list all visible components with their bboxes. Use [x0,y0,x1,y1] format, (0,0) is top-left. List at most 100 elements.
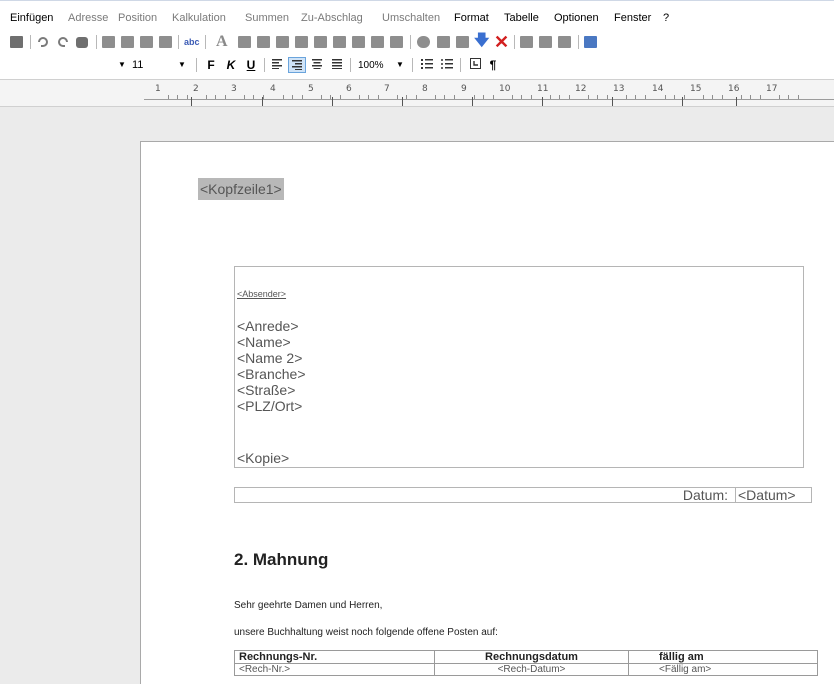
copy-field[interactable]: <Kopie> [237,450,289,466]
address-line-name-2[interactable]: <Name 2> [237,350,302,366]
column-header-invoice-number: Rechnungs-Nr. [234,650,435,664]
merge-cells-icon[interactable] [352,34,365,50]
cell-invoice-date[interactable]: <Rech-Datum> [434,663,629,676]
menu-summen[interactable]: Summen [245,12,289,25]
align-center-button[interactable] [308,57,326,73]
menu-umschalten[interactable]: Umschalten [382,12,440,25]
layout-one-icon[interactable] [520,34,533,50]
intro-text[interactable]: unsere Buchhaltung weist noch folgende o… [234,627,498,638]
date-field[interactable]: <Datum> [735,487,811,503]
field-insert-icon[interactable] [437,34,450,50]
address-line-street[interactable]: <Straße> [237,382,295,398]
copy-icon[interactable] [121,34,134,50]
layout-two-icon[interactable] [539,34,552,50]
tab-stop-marker[interactable] [191,97,192,106]
menu-position[interactable]: Position [118,12,157,25]
paste-icon[interactable] [140,34,153,50]
insert-table-icon[interactable] [238,34,251,50]
spell-check-icon[interactable]: abc [184,34,200,50]
address-line-zip-city[interactable]: <PLZ/Ort> [237,398,302,414]
zoom-chevron-icon[interactable]: ▼ [396,57,404,73]
ruler-tick [416,95,417,99]
toolbar-separator [578,35,579,49]
address-line-branche[interactable]: <Branche> [237,366,306,382]
document-page[interactable]: <Kopfzeile1> <Absender> <Anrede> <Name> … [140,141,834,684]
table-properties-icon[interactable] [390,34,403,50]
cell-due-date[interactable]: <Fällig am> [628,663,818,676]
align-right-button[interactable] [288,57,306,73]
save-icon[interactable] [584,34,597,50]
delete-column-icon[interactable] [333,34,346,50]
bold-button[interactable]: F [202,57,220,73]
address-box[interactable]: <Absender> <Anrede> <Name> <Name 2> <Bra… [234,266,804,468]
font-dropdown-chevron-icon[interactable]: ▼ [118,57,126,73]
ruler-number: 15 [690,84,702,94]
toolbar-separator [30,35,31,49]
table-row[interactable]: <Rech-Nr.> <Rech-Datum> <Fällig am> [234,663,818,676]
redo-icon[interactable] [56,34,70,50]
underline-button[interactable]: U [242,57,260,73]
ruler[interactable]: 1 2 3 4 5 6 7 8 9 10 11 12 13 14 15 16 17 [0,79,834,107]
align-left-button[interactable] [268,57,286,73]
tab-stop-icon[interactable] [466,57,484,73]
menu-help[interactable]: ? [663,12,669,25]
binoculars-icon[interactable] [76,34,88,50]
new-document-icon[interactable] [10,34,23,50]
insert-column-icon[interactable] [295,34,308,50]
ruler-tick [779,95,780,99]
font-size-value[interactable]: 11 [132,57,143,73]
paste-special-icon[interactable] [159,34,172,50]
tab-stop-marker[interactable] [262,97,263,106]
header-field[interactable]: <Kopfzeile1> [198,178,284,200]
numbered-list-icon[interactable] [418,57,436,73]
menu-format[interactable]: Format [454,12,489,25]
ruler-number: 16 [728,84,740,94]
document-workspace[interactable]: <Kopfzeile1> <Absender> <Anrede> <Name> … [0,107,834,684]
menu-optionen[interactable]: Optionen [554,12,599,25]
pilcrow-button[interactable]: ¶ [484,57,502,73]
italic-button[interactable]: K [222,57,240,73]
bullet-list-icon[interactable] [438,57,456,73]
ruler-tick [206,95,207,99]
address-line-name[interactable]: <Name> [237,334,291,350]
zoom-value[interactable]: 100% [358,58,384,73]
tab-stop-marker[interactable] [402,97,403,106]
tab-stop-marker[interactable] [472,97,473,106]
menu-fenster[interactable]: Fenster [614,12,651,25]
cell-invoice-number[interactable]: <Rech-Nr.> [234,663,435,676]
tab-stop-marker[interactable] [682,97,683,106]
undo-icon[interactable] [36,34,50,50]
layout-three-icon[interactable] [558,34,571,50]
delete-row-icon[interactable] [314,34,327,50]
menu-einfuegen[interactable]: Einfügen [10,12,53,25]
down-arrow-icon[interactable]: 🡇 [474,32,489,50]
settings-gear-icon[interactable] [417,34,430,50]
tab-stop-marker[interactable] [612,97,613,106]
tab-stop-marker[interactable] [736,97,737,106]
delete-icon[interactable]: ✕ [494,32,509,52]
menu-kalkulation[interactable]: Kalkulation [172,12,226,25]
field-edit-icon[interactable] [456,34,469,50]
menu-tabelle[interactable]: Tabelle [504,12,539,25]
ruler-tick [321,95,322,99]
menu-adresse[interactable]: Adresse [68,12,108,25]
ruler-number: 2 [193,84,199,94]
ruler-tick [330,95,331,99]
ruler-number: 10 [499,84,511,94]
cut-icon[interactable] [102,34,115,50]
document-title[interactable]: 2. Mahnung [234,550,328,570]
insert-image-icon[interactable] [257,34,270,50]
open-items-table[interactable]: Rechnungs-Nr. Rechnungsdatum fällig am <… [234,650,818,676]
split-cells-icon[interactable] [371,34,384,50]
tab-stop-marker[interactable] [332,97,333,106]
align-justify-button[interactable] [328,57,346,73]
menu-zu-abschlag[interactable]: Zu-Abschlag [301,12,363,25]
font-size-chevron-icon[interactable]: ▼ [178,57,186,73]
tab-stop-marker[interactable] [542,97,543,106]
text-color-icon[interactable]: A [216,33,228,50]
insert-row-icon[interactable] [276,34,289,50]
address-line-salutation[interactable]: <Anrede> [237,318,299,334]
sender-field[interactable]: <Absender> [237,289,286,299]
salutation-text[interactable]: Sehr geehrte Damen und Herren, [234,600,382,611]
toolbar-separator [460,58,461,72]
